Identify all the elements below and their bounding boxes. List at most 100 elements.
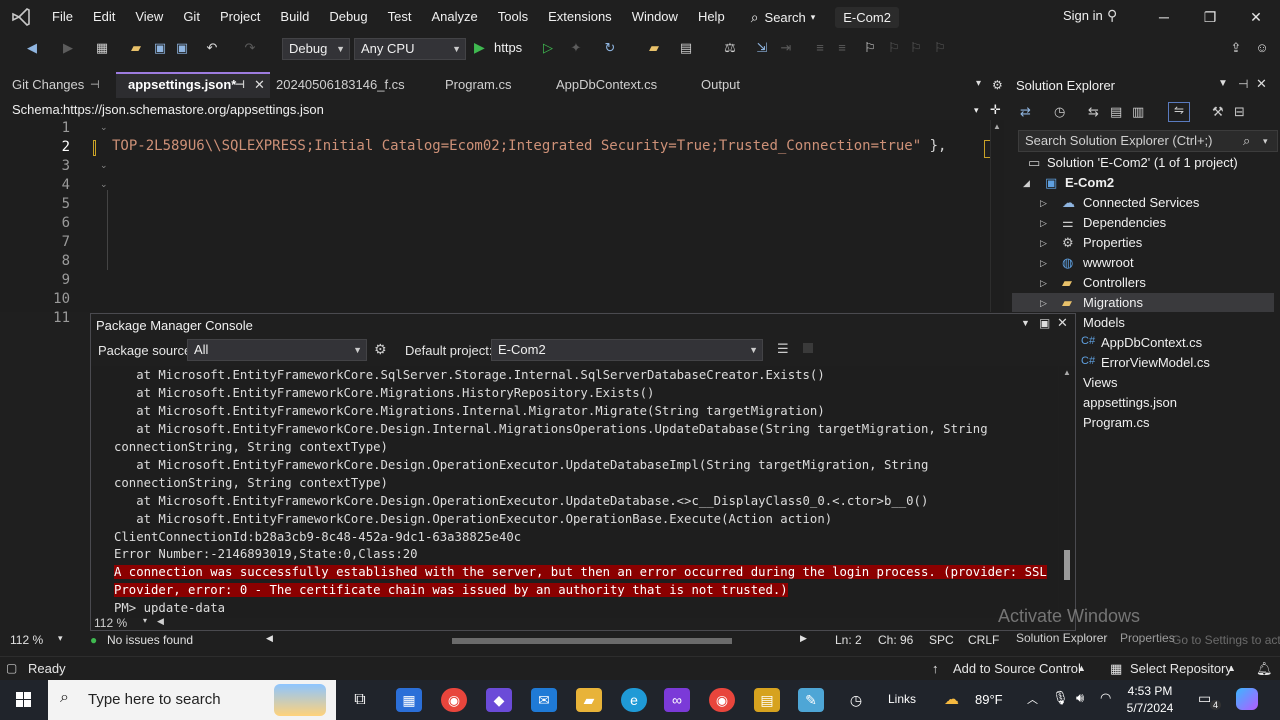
editor-vertical-scrollbar[interactable]: ▲ <box>990 120 1004 312</box>
tab-solution-explorer-bottom[interactable]: Solution Explorer <box>1016 631 1107 645</box>
back-icon[interactable]: ◀ <box>22 38 42 58</box>
tab-properties-bottom[interactable]: Properties <box>1120 631 1175 645</box>
comment-icon[interactable]: ≡ <box>810 38 830 58</box>
run-icon[interactable]: ▶ <box>474 39 485 56</box>
solution-configuration-select[interactable]: Debug ▼ <box>282 38 350 60</box>
copilot-icon[interactable]: ☺ <box>1252 38 1272 58</box>
task-view-icon[interactable]: ⧉ <box>347 688 373 712</box>
notifications-bell-icon[interactable]: 🔔︎ <box>1256 661 1273 677</box>
close-button[interactable]: ✕ <box>1233 0 1279 34</box>
tree-item-wwwroot[interactable]: wwwroot <box>1083 255 1134 270</box>
taskbar-search-box[interactable]: ⌕ Type here to search <box>48 680 336 720</box>
breakpoint-icon[interactable]: ⇥ <box>776 38 796 58</box>
chevron-down-icon[interactable]: ▼ <box>1218 78 1228 89</box>
expanded-chevron-icon[interactable]: ◢ <box>1023 178 1030 189</box>
sync-with-active-document-icon[interactable]: ⇋ <box>1168 102 1190 122</box>
restore-button[interactable]: ❐ <box>1187 0 1233 34</box>
chevron-up-icon[interactable]: ▲ <box>1227 663 1236 673</box>
save-icon[interactable]: ▣ <box>150 38 170 58</box>
chrome-icon[interactable]: ◉ <box>441 688 467 712</box>
collapsed-chevron-icon[interactable]: ▷ <box>1040 278 1047 289</box>
chevron-down-icon[interactable]: ▾ <box>58 633 63 644</box>
stop-icon[interactable] <box>803 343 813 353</box>
solution-platform-select[interactable]: Any CPU ▼ <box>354 38 466 60</box>
share-icon[interactable]: ⇪ <box>1226 38 1246 58</box>
tree-item-properties[interactable]: Properties <box>1083 235 1142 250</box>
default-project-select[interactable]: E-Com2 ▼ <box>491 339 763 361</box>
tab-appdbcontext-cs[interactable]: AppDbContext.cs <box>544 72 684 98</box>
tree-item-views[interactable]: Views <box>1083 375 1117 390</box>
scroll-up-icon[interactable]: ▲ <box>1063 368 1071 377</box>
bookmark-icon[interactable]: ⚐ <box>860 38 880 58</box>
preview-icon[interactable]: ⊟ <box>1234 104 1245 120</box>
whitespace-indicator[interactable]: SPC <box>929 633 954 647</box>
edge-icon[interactable]: e <box>621 688 647 712</box>
menu-edit[interactable]: Edit <box>83 0 125 34</box>
menu-help[interactable]: Help <box>688 0 735 34</box>
run-profile-button[interactable]: https <box>494 40 522 55</box>
menu-tools[interactable]: Tools <box>488 0 538 34</box>
sign-in-link[interactable]: Sign in <box>1063 8 1103 23</box>
hot-reload-icon[interactable]: ✦ <box>566 38 586 58</box>
visual-studio-taskbar-icon[interactable]: ∞ <box>664 688 690 712</box>
system-clock[interactable]: 4:53 PM 5/7/2024 <box>1120 683 1180 717</box>
mail-icon[interactable]: ✉ <box>531 688 557 712</box>
clear-bookmarks-icon[interactable]: ⚐ <box>930 38 950 58</box>
chrome-icon-2[interactable]: ◉ <box>709 688 735 712</box>
settings-gear-icon[interactable]: ⚙ <box>374 341 387 358</box>
menu-project[interactable]: Project <box>210 0 270 34</box>
save-all-icon[interactable]: ▣ <box>172 38 192 58</box>
editor-zoom-level[interactable]: 112 % <box>10 633 43 647</box>
package-source-select[interactable]: All ▼ <box>187 339 367 361</box>
uncomment-icon[interactable]: ≡ <box>832 38 852 58</box>
tree-item-connected-services[interactable]: Connected Services <box>1083 195 1199 210</box>
chevron-down-icon[interactable]: ▾ <box>974 100 979 120</box>
refresh-icon[interactable]: ↻ <box>600 38 620 58</box>
tab-output[interactable]: Output <box>689 72 779 98</box>
tab-program-cs[interactable]: Program.cs <box>433 72 543 98</box>
pin-icon[interactable]: ⊣ <box>235 74 245 96</box>
tree-item-appdbcontext[interactable]: AppDbContext.cs <box>1101 335 1202 350</box>
search-menu[interactable]: ⌕ Search ▾ <box>751 9 816 26</box>
links-toolbar[interactable]: Links <box>888 692 916 706</box>
chevron-down-icon[interactable]: ▾ <box>143 616 147 625</box>
tree-item-appsettings[interactable]: appsettings.json <box>1083 395 1177 410</box>
volume-icon[interactable]: 🔊︎ <box>1076 690 1084 706</box>
menu-window[interactable]: Window <box>622 0 688 34</box>
pin-icon[interactable]: ⊣ <box>90 72 100 98</box>
pending-changes-icon[interactable]: ⇆ <box>1088 104 1099 120</box>
account-icon[interactable]: ⚲ <box>1107 7 1117 24</box>
clear-console-icon[interactable]: ☰ <box>777 341 789 357</box>
menu-debug[interactable]: Debug <box>319 0 377 34</box>
menu-git[interactable]: Git <box>173 0 210 34</box>
close-icon[interactable]: ✕ <box>1057 315 1068 331</box>
tab-overflow-chevron-icon[interactable]: ▾ <box>976 78 981 89</box>
wifi-icon[interactable]: ◠ <box>1100 690 1111 706</box>
weather-temp[interactable]: 89°F <box>975 692 1003 707</box>
microphone-icon[interactable]: 🎙︎ <box>1052 690 1069 706</box>
history-icon[interactable]: ◷ <box>1054 104 1065 120</box>
collapsed-chevron-icon[interactable]: ▷ <box>1040 298 1047 309</box>
menu-analyze[interactable]: Analyze <box>421 0 487 34</box>
tree-item-program[interactable]: Program.cs <box>1083 415 1149 430</box>
collapsed-chevron-icon[interactable]: ▷ <box>1040 258 1047 269</box>
start-without-debugging-icon[interactable]: ▷ <box>538 38 558 58</box>
console-vertical-scrollbar[interactable]: ▲ <box>1059 366 1075 618</box>
collapse-chevron-icon[interactable]: ⌄ <box>100 160 108 171</box>
clock-app-icon[interactable]: ◷ <box>843 688 869 712</box>
undo-icon[interactable]: ↶ <box>202 38 222 58</box>
start-button[interactable] <box>0 680 48 720</box>
code-line-2[interactable]: TOP-2L589U6\\SQLEXPRESS;Initial Catalog=… <box>112 138 946 154</box>
app-icon[interactable]: ◆ <box>486 688 512 712</box>
console-scroll-thumb[interactable] <box>1064 550 1070 580</box>
menu-extensions[interactable]: Extensions <box>538 0 622 34</box>
select-repository-button[interactable]: Select Repository <box>1130 661 1232 676</box>
redo-icon[interactable]: ↷ <box>240 38 260 58</box>
solution-explorer-search-input[interactable]: Search Solution Explorer (Ctrl+;) ⌕ ▾ <box>1018 130 1278 152</box>
collapse-chevron-icon[interactable]: ⌄ <box>100 122 108 133</box>
sql-server-icon[interactable]: ▤ <box>754 688 780 712</box>
menu-file[interactable]: File <box>42 0 83 34</box>
close-icon[interactable]: ✕ <box>1256 76 1267 92</box>
editor-horizontal-scroll-thumb[interactable] <box>452 638 732 644</box>
microsoft-store-icon[interactable]: ▦ <box>396 688 422 712</box>
